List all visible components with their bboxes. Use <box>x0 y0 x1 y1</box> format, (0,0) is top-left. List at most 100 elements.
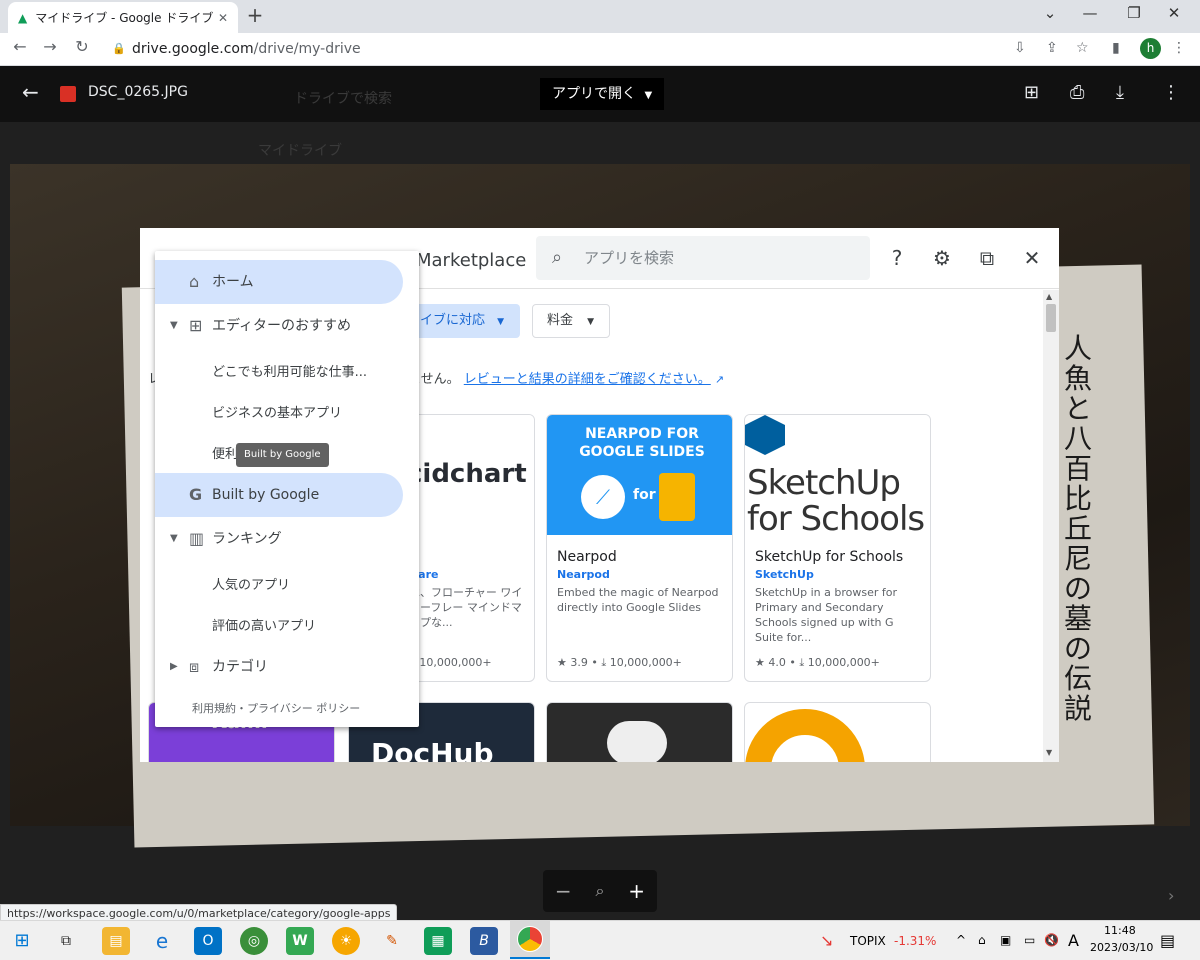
zoom-in-icon[interactable]: + <box>628 879 645 903</box>
paint-icon[interactable]: ✎ <box>378 927 406 955</box>
lock-icon: 🔒 <box>112 42 126 55</box>
meet-now-icon[interactable]: ⌂ <box>978 933 986 947</box>
outlook-icon[interactable]: O <box>194 927 222 955</box>
zoom-out-icon[interactable]: − <box>555 879 572 903</box>
close-tab-icon[interactable]: ✕ <box>218 11 228 25</box>
card-banner: SketchUp for Schools <box>745 415 930 537</box>
settings-gear-icon[interactable]: ⚙ <box>930 246 954 270</box>
zoom-icon[interactable]: ⌕ <box>596 881 605 901</box>
caret-down-icon: ▼ <box>644 90 653 101</box>
scroll-up-icon[interactable]: ▲ <box>1046 292 1052 301</box>
rating: 4.0 <box>768 656 786 669</box>
restore-button[interactable]: ❐ <box>1120 4 1148 22</box>
image-file-icon <box>60 86 76 102</box>
install-count: 10,000,000+ <box>419 656 492 669</box>
menu-subitem-useful[interactable]: 便利 <box>212 443 238 462</box>
app-stats: ★ 4.0 • ⤓ 10,000,000+ <box>755 656 880 669</box>
app-developer[interactable]: Nearpod <box>557 568 610 581</box>
works-with-label: イブに対応 <box>420 313 486 328</box>
menu-item-ranking[interactable]: ▼ ▥ ランキング <box>155 517 403 561</box>
scrollbar[interactable]: ▲ ▼ <box>1043 290 1059 762</box>
tab-search-icon[interactable]: ⌄ <box>1036 4 1064 22</box>
ticker-name: TOPIX <box>850 934 886 948</box>
expand-caret-icon[interactable]: ▼ <box>170 517 178 561</box>
menu-subitem-business-essentials[interactable]: ビジネスの基本アプリ <box>212 402 342 421</box>
minimize-button[interactable]: — <box>1076 4 1104 22</box>
more-options-icon[interactable]: ⋮ <box>1162 82 1180 103</box>
menu-kebab-icon[interactable]: ⋮ <box>1172 40 1186 56</box>
expand-caret-icon[interactable]: ▼ <box>170 304 178 348</box>
reload-icon[interactable]: ↻ <box>70 37 94 56</box>
menu-label: Built by Google <box>212 487 320 503</box>
forward-icon[interactable]: → <box>38 37 62 56</box>
install-icon[interactable]: ⇩ <box>1014 40 1026 56</box>
banner-text: cidchart <box>407 459 527 489</box>
menu-subitem-popular[interactable]: 人気のアプリ <box>212 574 290 593</box>
network-icon[interactable]: ▭ <box>1024 933 1035 947</box>
new-tab-button[interactable]: + <box>244 5 266 27</box>
app-name: SketchUp for Schools <box>755 549 904 565</box>
windows-start-icon[interactable]: ⊞ <box>8 927 36 955</box>
menu-subitem-top-rated[interactable]: 評価の高いアプリ <box>212 615 316 634</box>
app-card-sketchup[interactable]: SketchUp for Schools SketchUp for School… <box>744 414 931 682</box>
ime-indicator[interactable]: A <box>1068 931 1079 950</box>
camera-icon[interactable]: ▣ <box>1000 933 1011 947</box>
app-name: Nearpod <box>557 549 617 565</box>
internet-explorer-icon[interactable]: e <box>148 927 176 955</box>
price-filter[interactable]: 料金 ▼ <box>532 304 610 338</box>
file-explorer-icon[interactable]: ▤ <box>102 927 130 955</box>
browser-app-icon[interactable]: ◎ <box>240 927 268 955</box>
share-icon[interactable]: ⇪ <box>1046 40 1058 56</box>
chrome-taskbar-button[interactable] <box>510 921 550 959</box>
app-developer[interactable]: SketchUp <box>755 568 814 581</box>
download-icon[interactable]: ⤓ <box>1116 82 1124 103</box>
review-details-link[interactable]: レビューと結果の詳細をご確認ください。 <box>464 372 711 387</box>
menu-item-editors-pick[interactable]: ▼ ⊞ エディターのおすすめ <box>155 304 403 348</box>
side-panel-icon[interactable]: ▮ <box>1112 40 1120 56</box>
bookmark-star-icon[interactable]: ☆ <box>1076 40 1089 56</box>
clock-time[interactable]: 11:48 <box>1104 924 1136 937</box>
add-comment-icon[interactable]: ⊞ <box>1024 82 1039 103</box>
app-search-input[interactable]: ⌕ アプリを検索 <box>536 236 870 280</box>
viewer-header: ← DSC_0265.JPG ドライブで検索 アプリで開く ▼ ⊞ ⎙ ⤓ ⋮ <box>0 66 1200 122</box>
terms-privacy-link[interactable]: 利用規約・プライバシー ポリシー <box>192 700 360 716</box>
scroll-thumb[interactable] <box>1046 304 1056 332</box>
menu-item-built-by-google[interactable]: G Built by Google <box>155 473 403 517</box>
menu-item-home[interactable]: ⌂ ホーム <box>155 260 403 304</box>
avatar[interactable]: h <box>1140 38 1161 59</box>
app-card-cloud[interactable] <box>546 702 733 762</box>
browser-tab[interactable]: ▲ マイドライブ - Google ドライブ ✕ <box>8 2 238 33</box>
back-arrow-icon[interactable]: ← <box>22 80 39 104</box>
collapse-caret-icon[interactable]: ▶ <box>170 645 178 689</box>
works-with-filter[interactable]: イブに対応 ▼ <box>410 304 520 338</box>
open-with-label: アプリで開く <box>552 86 636 102</box>
open-new-window-icon[interactable]: ⧉ <box>975 246 999 270</box>
print-icon[interactable]: ⎙ <box>1070 82 1084 103</box>
open-with-button[interactable]: アプリで開く ▼ <box>540 78 665 110</box>
weather-icon[interactable]: ☀ <box>332 927 360 955</box>
w-app-icon[interactable]: W <box>286 927 314 955</box>
task-view-icon[interactable]: ⧉ <box>52 927 80 955</box>
app-card-nearpod[interactable]: NEARPOD FOR GOOGLE SLIDES ⟋ for Nearpod … <box>546 414 733 682</box>
clock-date[interactable]: 2023/03/10 <box>1090 941 1153 954</box>
notification-icon[interactable]: ▤ <box>1160 931 1175 950</box>
b-app-icon[interactable]: B <box>470 927 498 955</box>
volume-mute-icon[interactable]: 🔇 <box>1044 933 1059 947</box>
price-label: 料金 <box>547 313 574 328</box>
sheets-icon[interactable]: ▦ <box>424 927 452 955</box>
banner-for-text: for <box>633 487 656 503</box>
app-card-orange[interactable] <box>744 702 931 762</box>
scroll-down-icon[interactable]: ▼ <box>1046 748 1052 757</box>
show-hidden-icons[interactable]: ^ <box>956 933 966 947</box>
close-window-button[interactable]: ✕ <box>1160 4 1188 22</box>
menu-subitem-work-anywhere[interactable]: どこでも利用可能な仕事... <box>212 361 367 380</box>
ticker-change: -1.31% <box>894 934 937 948</box>
help-icon[interactable]: ? <box>885 246 909 270</box>
address-field[interactable]: 🔒 drive.google.com/drive/my-drive <box>100 36 1100 62</box>
close-dialog-icon[interactable]: ✕ <box>1020 246 1044 270</box>
nearpod-logo-icon: ⟋ <box>581 475 625 519</box>
menu-item-categories[interactable]: ▶ ⧈ カテゴリ <box>155 645 403 689</box>
back-icon[interactable]: ← <box>8 37 32 56</box>
orange-logo-icon <box>745 709 865 762</box>
next-arrow-icon[interactable]: › <box>1168 886 1174 905</box>
